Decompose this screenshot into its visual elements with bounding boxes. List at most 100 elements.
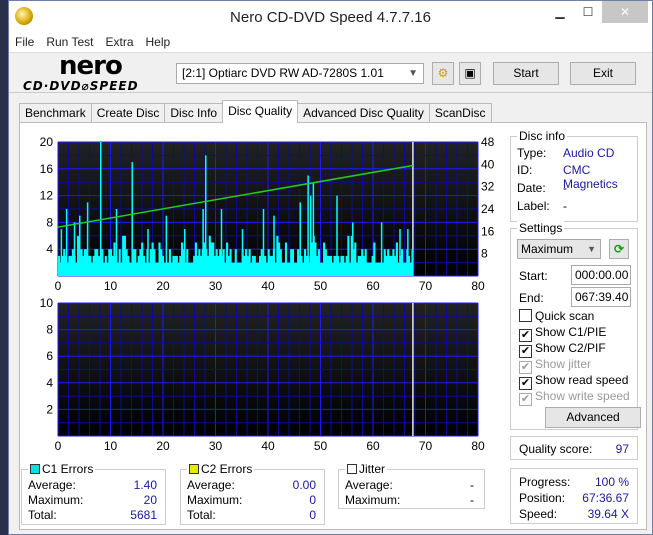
- save-button[interactable]: ▣: [459, 62, 481, 85]
- x-tick-label: 60: [366, 279, 380, 293]
- show-c1-checkbox[interactable]: ✔ Show C1/PIE: [519, 325, 606, 342]
- x-tick-label: 70: [419, 279, 433, 293]
- position-value: 67:36.67: [582, 491, 629, 505]
- exit-button[interactable]: Exit: [570, 62, 636, 85]
- show-write-speed-label: Show write speed: [535, 389, 630, 403]
- x-tick-label: 40: [261, 439, 275, 453]
- floppy-disk-icon: ▣: [464, 66, 476, 80]
- c1-spike-bar: [380, 222, 383, 276]
- show-read-speed-checkbox[interactable]: ✔ Show read speed: [519, 373, 628, 390]
- jitter-maximum-label: Maximum:: [345, 493, 401, 507]
- cd-dvd-speed-logo: CD·DVD⌀SPEED: [23, 79, 139, 93]
- end-label: End:: [519, 291, 544, 305]
- toolbar: nero CD·DVD⌀SPEED [2:1] Optiarc DVD RW A…: [9, 51, 652, 93]
- refresh-button[interactable]: ⟳: [609, 239, 629, 259]
- speed-value: 39.64 X: [587, 507, 629, 521]
- position-label: Position:: [519, 491, 566, 505]
- minimize-button[interactable]: ▁: [546, 1, 574, 23]
- c1-color-swatch: [30, 464, 40, 474]
- c1-spike-bar: [65, 209, 68, 276]
- disc-quality-panel: 0 10 20 30 40 50 60 70 80 20 16 12 8 4 48 40 32 24 16 8 0 10…: [19, 122, 647, 530]
- c2-color-swatch: [189, 464, 199, 474]
- show-c2-checkbox[interactable]: ✔ Show C2/PIF: [519, 341, 606, 358]
- c1-average-label: Average:: [28, 478, 76, 492]
- x-tick-label: 20: [156, 439, 170, 453]
- jitter-color-swatch: [347, 464, 357, 474]
- tab-disc-info[interactable]: Disc Info: [164, 103, 224, 123]
- c1-spike-bar: [184, 229, 186, 276]
- checkbox-box: [519, 309, 532, 322]
- show-write-speed-checkbox: ✔ Show write speed: [519, 389, 630, 406]
- y-tick-label: 4: [46, 242, 53, 256]
- y-right-tick-label: 48: [481, 135, 495, 149]
- jitter-group: Jitter Average: - Maximum: -: [338, 462, 485, 509]
- x-tick-label: 60: [366, 439, 380, 453]
- c2-average-value: 0.00: [292, 478, 316, 492]
- c1-spike-bar: [205, 155, 207, 276]
- start-button[interactable]: Start: [493, 62, 559, 85]
- progress-label: Progress:: [519, 475, 571, 489]
- y-tick-label: 2: [46, 402, 53, 416]
- quick-scan-checkbox[interactable]: Quick scan: [519, 309, 594, 323]
- c1-spike-bar: [100, 142, 102, 276]
- x-tick-label: 0: [55, 439, 62, 453]
- settings-title: Settings: [517, 221, 565, 235]
- disc-type-value: Audio CD: [563, 146, 615, 160]
- quality-score-group: Quality score: 97: [510, 436, 638, 460]
- show-jitter-label: Show jitter: [535, 357, 592, 371]
- y-tick-label: 6: [46, 349, 53, 363]
- x-tick-label: 10: [104, 279, 118, 293]
- c2-title-text: C2 Errors: [201, 462, 253, 476]
- drive-select-value: [2:1] Optiarc DVD RW AD-7280S 1.01: [182, 66, 384, 80]
- type-label: Type:: [517, 146, 547, 160]
- tab-scandisc[interactable]: ScanDisc: [428, 103, 492, 123]
- c1-spike-bar: [312, 182, 315, 276]
- c1-total-value: 5681: [130, 508, 157, 522]
- advanced-button[interactable]: Advanced: [545, 407, 641, 428]
- refresh-icon: ⟳: [613, 242, 625, 256]
- start-label: Start:: [519, 269, 548, 283]
- tab-benchmark[interactable]: Benchmark: [19, 103, 92, 123]
- menu-extra[interactable]: Extra: [99, 33, 139, 49]
- c1-errors-group: C1 Errors Average: 1.40 Maximum: 20 Tota…: [21, 462, 166, 525]
- c1-title-text: C1 Errors: [42, 462, 94, 476]
- y-tick-label: 10: [40, 296, 54, 310]
- c1-spike-bar: [165, 215, 168, 276]
- disc-info-title: Disc info: [517, 129, 568, 143]
- quick-scan-label: Quick scan: [535, 309, 595, 323]
- status-group: Progress: 100 % Position: 67:36.67 Speed…: [510, 468, 638, 524]
- speed-select[interactable]: Maximum ▼: [517, 239, 601, 259]
- drive-config-button[interactable]: ⚙: [432, 62, 454, 85]
- c2-chart: 0 10 20 30 40 50 60 70 80 10 8 6 4 2: [40, 296, 485, 453]
- c1-spike-bar: [307, 175, 309, 276]
- tab-advanced-disc-quality[interactable]: Advanced Disc Quality: [297, 103, 430, 123]
- disc-date-value: -: [563, 181, 567, 195]
- c1-spike-bar: [273, 215, 275, 276]
- c1-spike-bar: [86, 202, 89, 276]
- c2-average-label: Average:: [187, 478, 235, 492]
- maximize-button[interactable]: ☐: [574, 1, 602, 23]
- menu-file[interactable]: File: [9, 33, 40, 49]
- close-button[interactable]: ✕: [602, 1, 648, 23]
- c2-errors-group: C2 Errors Average: 0.00 Maximum: 0 Total…: [180, 462, 325, 525]
- y-right-tick-label: 24: [481, 202, 495, 216]
- jitter-maximum-value: -: [470, 493, 474, 507]
- y-right-tick-label: 32: [481, 180, 495, 194]
- c1-maximum-value: 20: [143, 493, 157, 507]
- c1-spike-bar: [299, 202, 301, 276]
- c1-spike-bar: [147, 229, 149, 276]
- start-field[interactable]: 000:00.00: [571, 265, 631, 285]
- drive-select[interactable]: [2:1] Optiarc DVD RW AD-7280S 1.01 ▼: [176, 63, 424, 84]
- menu-help[interactable]: Help: [140, 33, 177, 49]
- end-field[interactable]: 067:39.40: [571, 287, 631, 307]
- tab-disc-quality[interactable]: Disc Quality: [222, 100, 299, 123]
- menu-bar: File Run Test Extra Help: [9, 33, 652, 53]
- tab-create-disc[interactable]: Create Disc: [90, 103, 166, 123]
- c2-maximum-value: 0: [309, 493, 316, 507]
- menu-run-test[interactable]: Run Test: [40, 33, 99, 49]
- chevron-down-icon: ▼: [408, 68, 418, 79]
- y-tick-label: 16: [40, 162, 54, 176]
- c1-spike-bar: [220, 209, 223, 276]
- c1-spike-bar: [202, 209, 204, 276]
- title-bar: Nero CD-DVD Speed 4.7.7.16 ▁ ☐ ✕: [9, 1, 652, 33]
